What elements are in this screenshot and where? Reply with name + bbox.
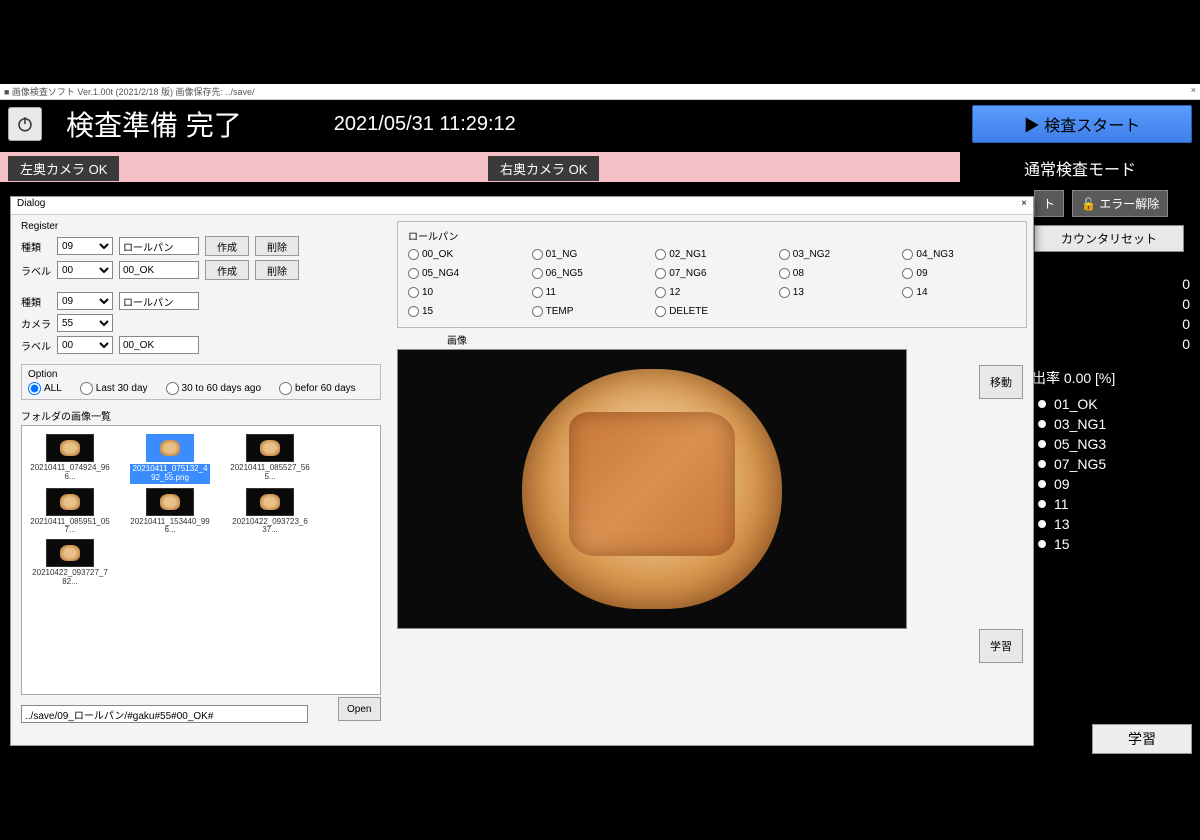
category-option[interactable]: 12 [655,287,769,298]
window-titlebar: ■ 画像検査ソフト Ver.1.00t (2021/2/18 版) 画像保存先:… [0,84,1200,100]
bread-image [522,369,782,609]
learn-button-main[interactable]: 学習 [1092,724,1192,754]
category-option[interactable]: 11 [532,287,646,298]
path-input[interactable] [21,705,308,723]
camera-select[interactable]: 55 [57,314,113,332]
category-option[interactable]: 15 [408,306,522,317]
right-camera-status: 右奥カメラ OK [488,156,599,181]
inspection-start-button[interactable]: ▶ 検査スタート [972,105,1192,143]
legend-item: 03_NG1 [1036,414,1194,434]
register-dialog: Dialog × Register 種類 09 作成 削除 ラベル 00 作成 [10,196,1034,746]
thumbnail-item[interactable]: 20210411_085951_057... [30,488,110,536]
register-section-title: Register [21,221,381,232]
app-header: 検査準備 完了 2021/05/31 11:29:12 ▶ 検査スタート [0,100,1200,148]
preview-label: 画像 [447,332,1027,347]
category-title: ロールパン [408,228,1016,243]
thumbnail-item-selected[interactable]: 20210411_075132_492_55.png [130,434,210,484]
category-option[interactable]: 08 [779,268,893,279]
counter-2: 0 [1030,314,1200,334]
category-option[interactable]: DELETE [655,306,769,317]
category-option[interactable]: 00_OK [408,249,522,260]
counter-reset-button[interactable]: カウンタリセット [1034,225,1184,252]
left-camera-status: 左奥カメラ OK [8,156,119,181]
category-group: ロールパン 00_OK 01_NG 02_NG1 03_NG2 04_NG3 05_NG4… [397,221,1027,328]
thumbnail-item[interactable]: 20210422_093723_637... [230,488,310,536]
type1-label: 種類 [21,239,51,254]
thumbnail-item[interactable]: 20210422_093727_782... [30,539,110,587]
label1-label: ラベル [21,263,51,278]
image-preview [397,349,907,629]
type1-select[interactable]: 09 [57,237,113,255]
type2-text[interactable] [119,292,199,310]
open-button[interactable]: Open [338,697,381,721]
category-option[interactable]: 03_NG2 [779,249,893,260]
category-option[interactable]: 09 [902,268,1016,279]
label2-select[interactable]: 00 [57,336,113,354]
option-title: Option [28,369,374,380]
legend-list: 01_OK 03_NG1 05_NG3 07_NG5 09 11 13 15 [1030,392,1200,556]
type2-select[interactable]: 09 [57,292,113,310]
label1-select[interactable]: 00 [57,261,113,279]
option-30to60[interactable]: 30 to 60 days ago [166,382,262,395]
thumbnail-item[interactable]: 20210411_153440_996... [130,488,210,536]
legend-item: 05_NG3 [1036,434,1194,454]
legend-item: 15 [1036,534,1194,554]
label2-label: ラベル [21,338,51,353]
category-option[interactable]: TEMP [532,306,646,317]
side-btn-t[interactable]: ト [1034,190,1064,217]
option-group: Option ALL Last 30 day 30 to 60 days ago… [21,364,381,400]
error-clear-button[interactable]: 🔓 エラー解除 [1072,190,1168,217]
counter-3: 0 [1030,334,1200,354]
category-option[interactable]: 06_NG5 [532,268,646,279]
option-last30[interactable]: Last 30 day [80,382,148,395]
move-button[interactable]: 移動 [979,365,1023,399]
window-close-icon[interactable]: × [1191,85,1196,98]
right-sidebar: ト 🔓 エラー解除 カウンタリセット 0 0 0 0 出率 0.00 [%] 0… [1030,186,1200,760]
legend-item: 11 [1036,494,1194,514]
delete-button-1[interactable]: 削除 [255,236,299,256]
category-option[interactable]: 10 [408,287,522,298]
folder-list-title: フォルダの画像一覧 [21,408,381,423]
camera-label: カメラ [21,316,51,331]
legend-item: 13 [1036,514,1194,534]
thumbnail-item[interactable]: 20210411_085527_565... [230,434,310,484]
status-title: 検査準備 完了 [66,104,242,144]
dialog-close-icon[interactable]: × [1021,198,1027,213]
counter-1: 0 [1030,294,1200,314]
power-icon [16,115,34,133]
category-option[interactable]: 04_NG3 [902,249,1016,260]
output-rate: 出率 0.00 [%] [1030,364,1200,392]
option-all[interactable]: ALL [28,382,62,395]
mode-label: 通常検査モード [960,152,1200,182]
window-title: ■ 画像検査ソフト Ver.1.00t (2021/2/18 版) 画像保存先:… [4,85,255,98]
label1-text[interactable] [119,261,199,279]
category-option[interactable]: 01_NG [532,249,646,260]
thumbnail-item[interactable]: 20210411_074924_966... [30,434,110,484]
legend-item: 09 [1036,474,1194,494]
left-camera-panel: 左奥カメラ OK [0,152,480,182]
category-option[interactable]: 13 [779,287,893,298]
legend-item: 01_OK [1036,394,1194,414]
power-button[interactable] [8,107,42,141]
datetime-display: 2021/05/31 11:29:12 [334,113,516,136]
type2-label: 種類 [21,294,51,309]
option-before60[interactable]: befor 60 days [279,382,356,395]
category-option[interactable]: 05_NG4 [408,268,522,279]
thumbnail-grid: 20210411_074924_966... 20210411_075132_4… [21,425,381,695]
legend-item: 07_NG5 [1036,454,1194,474]
category-option[interactable]: 07_NG6 [655,268,769,279]
delete-button-2[interactable]: 削除 [255,260,299,280]
counter-0: 0 [1030,274,1200,294]
category-option[interactable]: 02_NG1 [655,249,769,260]
learn-button-dialog[interactable]: 学習 [979,629,1023,663]
create-button-2[interactable]: 作成 [205,260,249,280]
type1-text[interactable] [119,237,199,255]
category-option[interactable]: 14 [902,287,1016,298]
right-camera-panel: 右奥カメラ OK [480,152,960,182]
label2-text[interactable] [119,336,199,354]
create-button-1[interactable]: 作成 [205,236,249,256]
dialog-title: Dialog [17,198,45,213]
